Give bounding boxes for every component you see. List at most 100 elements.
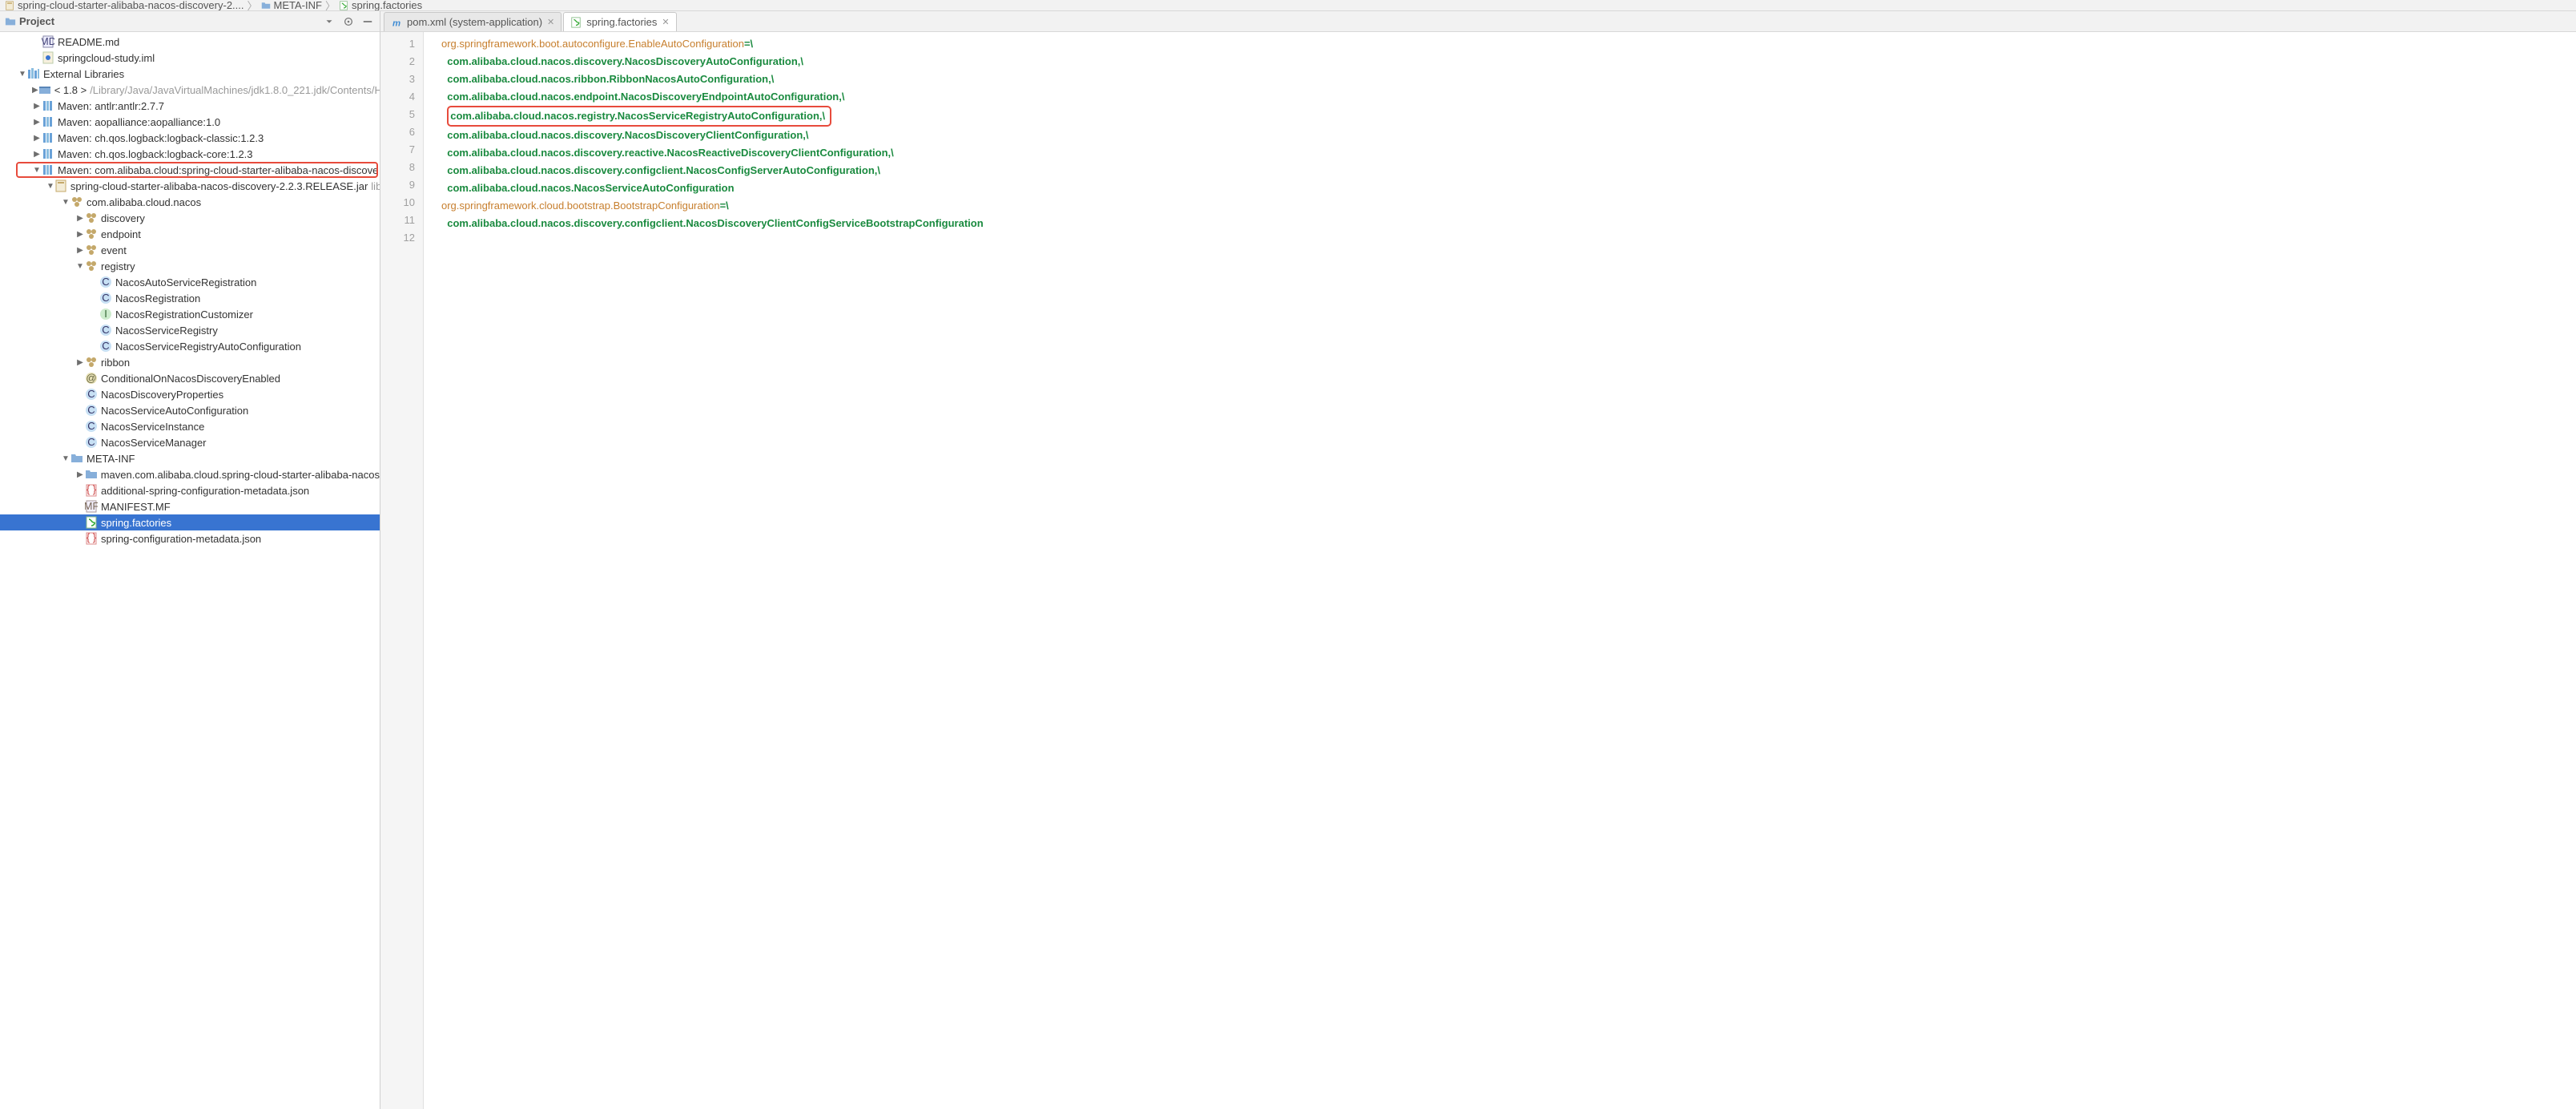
tree-arrow-icon[interactable]: ▶ bbox=[32, 150, 42, 159]
project-settings-button[interactable] bbox=[341, 14, 356, 29]
cls-icon bbox=[85, 436, 98, 449]
code-line[interactable]: com.alibaba.cloud.nacos.discovery.NacosD… bbox=[433, 127, 2576, 144]
libs-icon bbox=[27, 67, 40, 80]
tab-label: pom.xml (system-application) bbox=[407, 16, 542, 28]
editor-code[interactable]: org.springframework.boot.autoconfigure.E… bbox=[424, 32, 2576, 1109]
tree-label: additional-spring-configuration-metadata… bbox=[101, 485, 309, 497]
code-line[interactable]: org.springframework.cloud.bootstrap.Boot… bbox=[433, 197, 2576, 215]
tree-row[interactable]: ▼registry bbox=[0, 258, 380, 274]
tree-row[interactable]: ▶Maven: ch.qos.logback:logback-classic:1… bbox=[0, 130, 380, 146]
project-tree[interactable]: README.md springcloud-study.iml ▼External … bbox=[0, 32, 380, 1109]
tree-row[interactable]: NacosServiceRegistryAutoConfiguration bbox=[0, 338, 380, 354]
tree-suffix: /Library/Java/JavaVirtualMachines/jdk1.8… bbox=[90, 84, 380, 96]
code-line[interactable]: com.alibaba.cloud.nacos.discovery.NacosD… bbox=[433, 53, 2576, 71]
code-line[interactable]: com.alibaba.cloud.nacos.registry.NacosSe… bbox=[433, 106, 2576, 127]
folder-icon bbox=[261, 1, 271, 10]
editor-tab[interactable]: pom.xml (system-application) ✕ bbox=[384, 12, 561, 31]
tree-row[interactable]: ▶event bbox=[0, 242, 380, 258]
tree-row[interactable]: NacosServiceRegistry bbox=[0, 322, 380, 338]
tree-arrow-icon[interactable]: ▶ bbox=[75, 470, 85, 479]
tree-row[interactable]: ▶ Maven: ch.qos.logback:logback-core:1.2.… bbox=[0, 146, 380, 162]
tree-row[interactable]: spring.factories bbox=[0, 514, 380, 530]
tree-label: Maven: ch.qos.logback:logback-core:1.2.3 bbox=[58, 148, 253, 160]
code-line[interactable]: com.alibaba.cloud.nacos.ribbon.RibbonNac… bbox=[433, 71, 2576, 88]
editor-gutter: 123456789101112 bbox=[380, 32, 424, 1109]
tree-row[interactable]: NacosAutoServiceRegistration bbox=[0, 274, 380, 290]
editor-body[interactable]: 123456789101112 org.springframework.boot… bbox=[380, 32, 2576, 1109]
tree-arrow-icon[interactable]: ▼ bbox=[46, 182, 54, 191]
tree-row[interactable]: ▶discovery bbox=[0, 210, 380, 226]
tree-arrow-icon[interactable]: ▼ bbox=[61, 198, 70, 207]
tree-row[interactable]: ▼com.alibaba.cloud.nacos bbox=[0, 194, 380, 210]
tree-label: spring-configuration-metadata.json bbox=[101, 533, 261, 545]
iml-icon bbox=[42, 51, 54, 64]
xml-icon bbox=[391, 17, 402, 28]
tree-arrow-icon[interactable]: ▼ bbox=[18, 70, 27, 79]
tree-label: NacosServiceManager bbox=[101, 437, 207, 449]
tree-arrow-icon[interactable]: ▶ bbox=[32, 134, 42, 143]
tab-close-icon[interactable]: ✕ bbox=[662, 17, 669, 27]
pkg-icon bbox=[85, 356, 98, 369]
code-line[interactable]: org.springframework.boot.autoconfigure.E… bbox=[433, 35, 2576, 53]
breadcrumb-item[interactable]: spring-cloud-starter-alibaba-nacos-disco… bbox=[18, 0, 244, 11]
tree-row[interactable]: NacosRegistration bbox=[0, 290, 380, 306]
mf-icon bbox=[85, 500, 98, 513]
breadcrumb-separator: 〉 bbox=[248, 0, 258, 11]
tree-row[interactable]: NacosServiceInstance bbox=[0, 418, 380, 434]
code-line[interactable]: com.alibaba.cloud.nacos.discovery.config… bbox=[433, 162, 2576, 179]
sf-icon bbox=[85, 516, 98, 529]
tree-row[interactable]: ▶ endpoint bbox=[0, 226, 380, 242]
project-collapse-button[interactable] bbox=[360, 14, 375, 29]
code-line[interactable]: com.alibaba.cloud.nacos.endpoint.NacosDi… bbox=[433, 88, 2576, 106]
tree-row[interactable]: ▼spring-cloud-starter-alibaba-nacos-disc… bbox=[0, 178, 380, 194]
tree-label: springcloud-study.iml bbox=[58, 52, 155, 64]
tree-arrow-icon[interactable]: ▶ bbox=[75, 246, 85, 255]
tree-label: Maven: antlr:antlr:2.7.7 bbox=[58, 100, 164, 112]
tree-row[interactable]: NacosServiceManager bbox=[0, 434, 380, 450]
tree-row[interactable]: MANIFEST.MF bbox=[0, 498, 380, 514]
tree-row[interactable]: ▶ maven.com.alibaba.cloud.spring-cloud-st… bbox=[0, 466, 380, 482]
tree-label: MANIFEST.MF bbox=[101, 501, 171, 513]
tree-row[interactable]: ▶Maven: aopalliance:aopalliance:1.0 bbox=[0, 114, 380, 130]
tree-row[interactable]: NacosRegistrationCustomizer bbox=[0, 306, 380, 322]
tree-row[interactable]: ▼Maven: com.alibaba.cloud:spring-cloud-s… bbox=[0, 162, 380, 178]
tree-label: maven.com.alibaba.cloud.spring-cloud-sta… bbox=[101, 469, 380, 481]
breadcrumb-item[interactable]: spring.factories bbox=[352, 0, 422, 11]
tab-close-icon[interactable]: ✕ bbox=[547, 17, 554, 27]
tree-arrow-icon[interactable]: ▶ bbox=[75, 358, 85, 367]
tree-row[interactable]: spring-configuration-metadata.json bbox=[0, 530, 380, 546]
sf-icon bbox=[570, 17, 582, 28]
tree-row[interactable]: NacosServiceAutoConfiguration bbox=[0, 402, 380, 418]
project-view-dropdown[interactable] bbox=[322, 14, 336, 29]
code-line[interactable]: com.alibaba.cloud.nacos.discovery.config… bbox=[433, 215, 2576, 232]
sf-icon bbox=[339, 1, 348, 10]
tree-label: NacosDiscoveryProperties bbox=[101, 389, 223, 401]
tree-arrow-icon[interactable]: ▼ bbox=[61, 454, 70, 463]
tree-arrow-icon[interactable]: ▶ bbox=[32, 86, 38, 95]
tree-row[interactable]: ▼External Libraries bbox=[0, 66, 380, 82]
tree-label: endpoint bbox=[101, 228, 141, 240]
tree-arrow-icon[interactable]: ▶ bbox=[32, 102, 42, 111]
gutter-line: 9 bbox=[380, 176, 415, 194]
tree-row[interactable]: ▶< 1.8 > /Library/Java/JavaVirtualMachin… bbox=[0, 82, 380, 98]
tree-arrow-icon[interactable]: ▶ bbox=[32, 118, 42, 127]
tree-row[interactable]: springcloud-study.iml bbox=[0, 50, 380, 66]
editor-tab[interactable]: spring.factories✕ bbox=[563, 12, 676, 31]
tree-arrow-icon[interactable]: ▼ bbox=[75, 262, 85, 271]
tree-row[interactable]: ▶ribbon bbox=[0, 354, 380, 370]
tree-arrow-icon[interactable]: ▶ bbox=[75, 230, 85, 239]
tree-arrow-icon[interactable]: ▼ bbox=[32, 166, 42, 175]
tree-row[interactable]: README.md bbox=[0, 34, 380, 50]
tree-row[interactable]: NacosDiscoveryProperties bbox=[0, 386, 380, 402]
tree-label: NacosRegistration bbox=[115, 292, 200, 304]
lib-icon bbox=[42, 99, 54, 112]
breadcrumb-item[interactable]: META-INF bbox=[274, 0, 322, 11]
tree-row[interactable]: ▶ Maven: antlr:antlr:2.7.7 bbox=[0, 98, 380, 114]
code-line[interactable]: com.alibaba.cloud.nacos.NacosServiceAuto… bbox=[433, 179, 2576, 197]
tree-row[interactable]: ▼META-INF bbox=[0, 450, 380, 466]
tree-arrow-icon[interactable]: ▶ bbox=[75, 214, 85, 223]
code-line[interactable]: com.alibaba.cloud.nacos.discovery.reacti… bbox=[433, 144, 2576, 162]
tree-row[interactable]: ConditionalOnNacosDiscoveryEnabled bbox=[0, 370, 380, 386]
tree-row[interactable]: additional-spring-configuration-metadata… bbox=[0, 482, 380, 498]
cls-icon bbox=[99, 340, 112, 353]
